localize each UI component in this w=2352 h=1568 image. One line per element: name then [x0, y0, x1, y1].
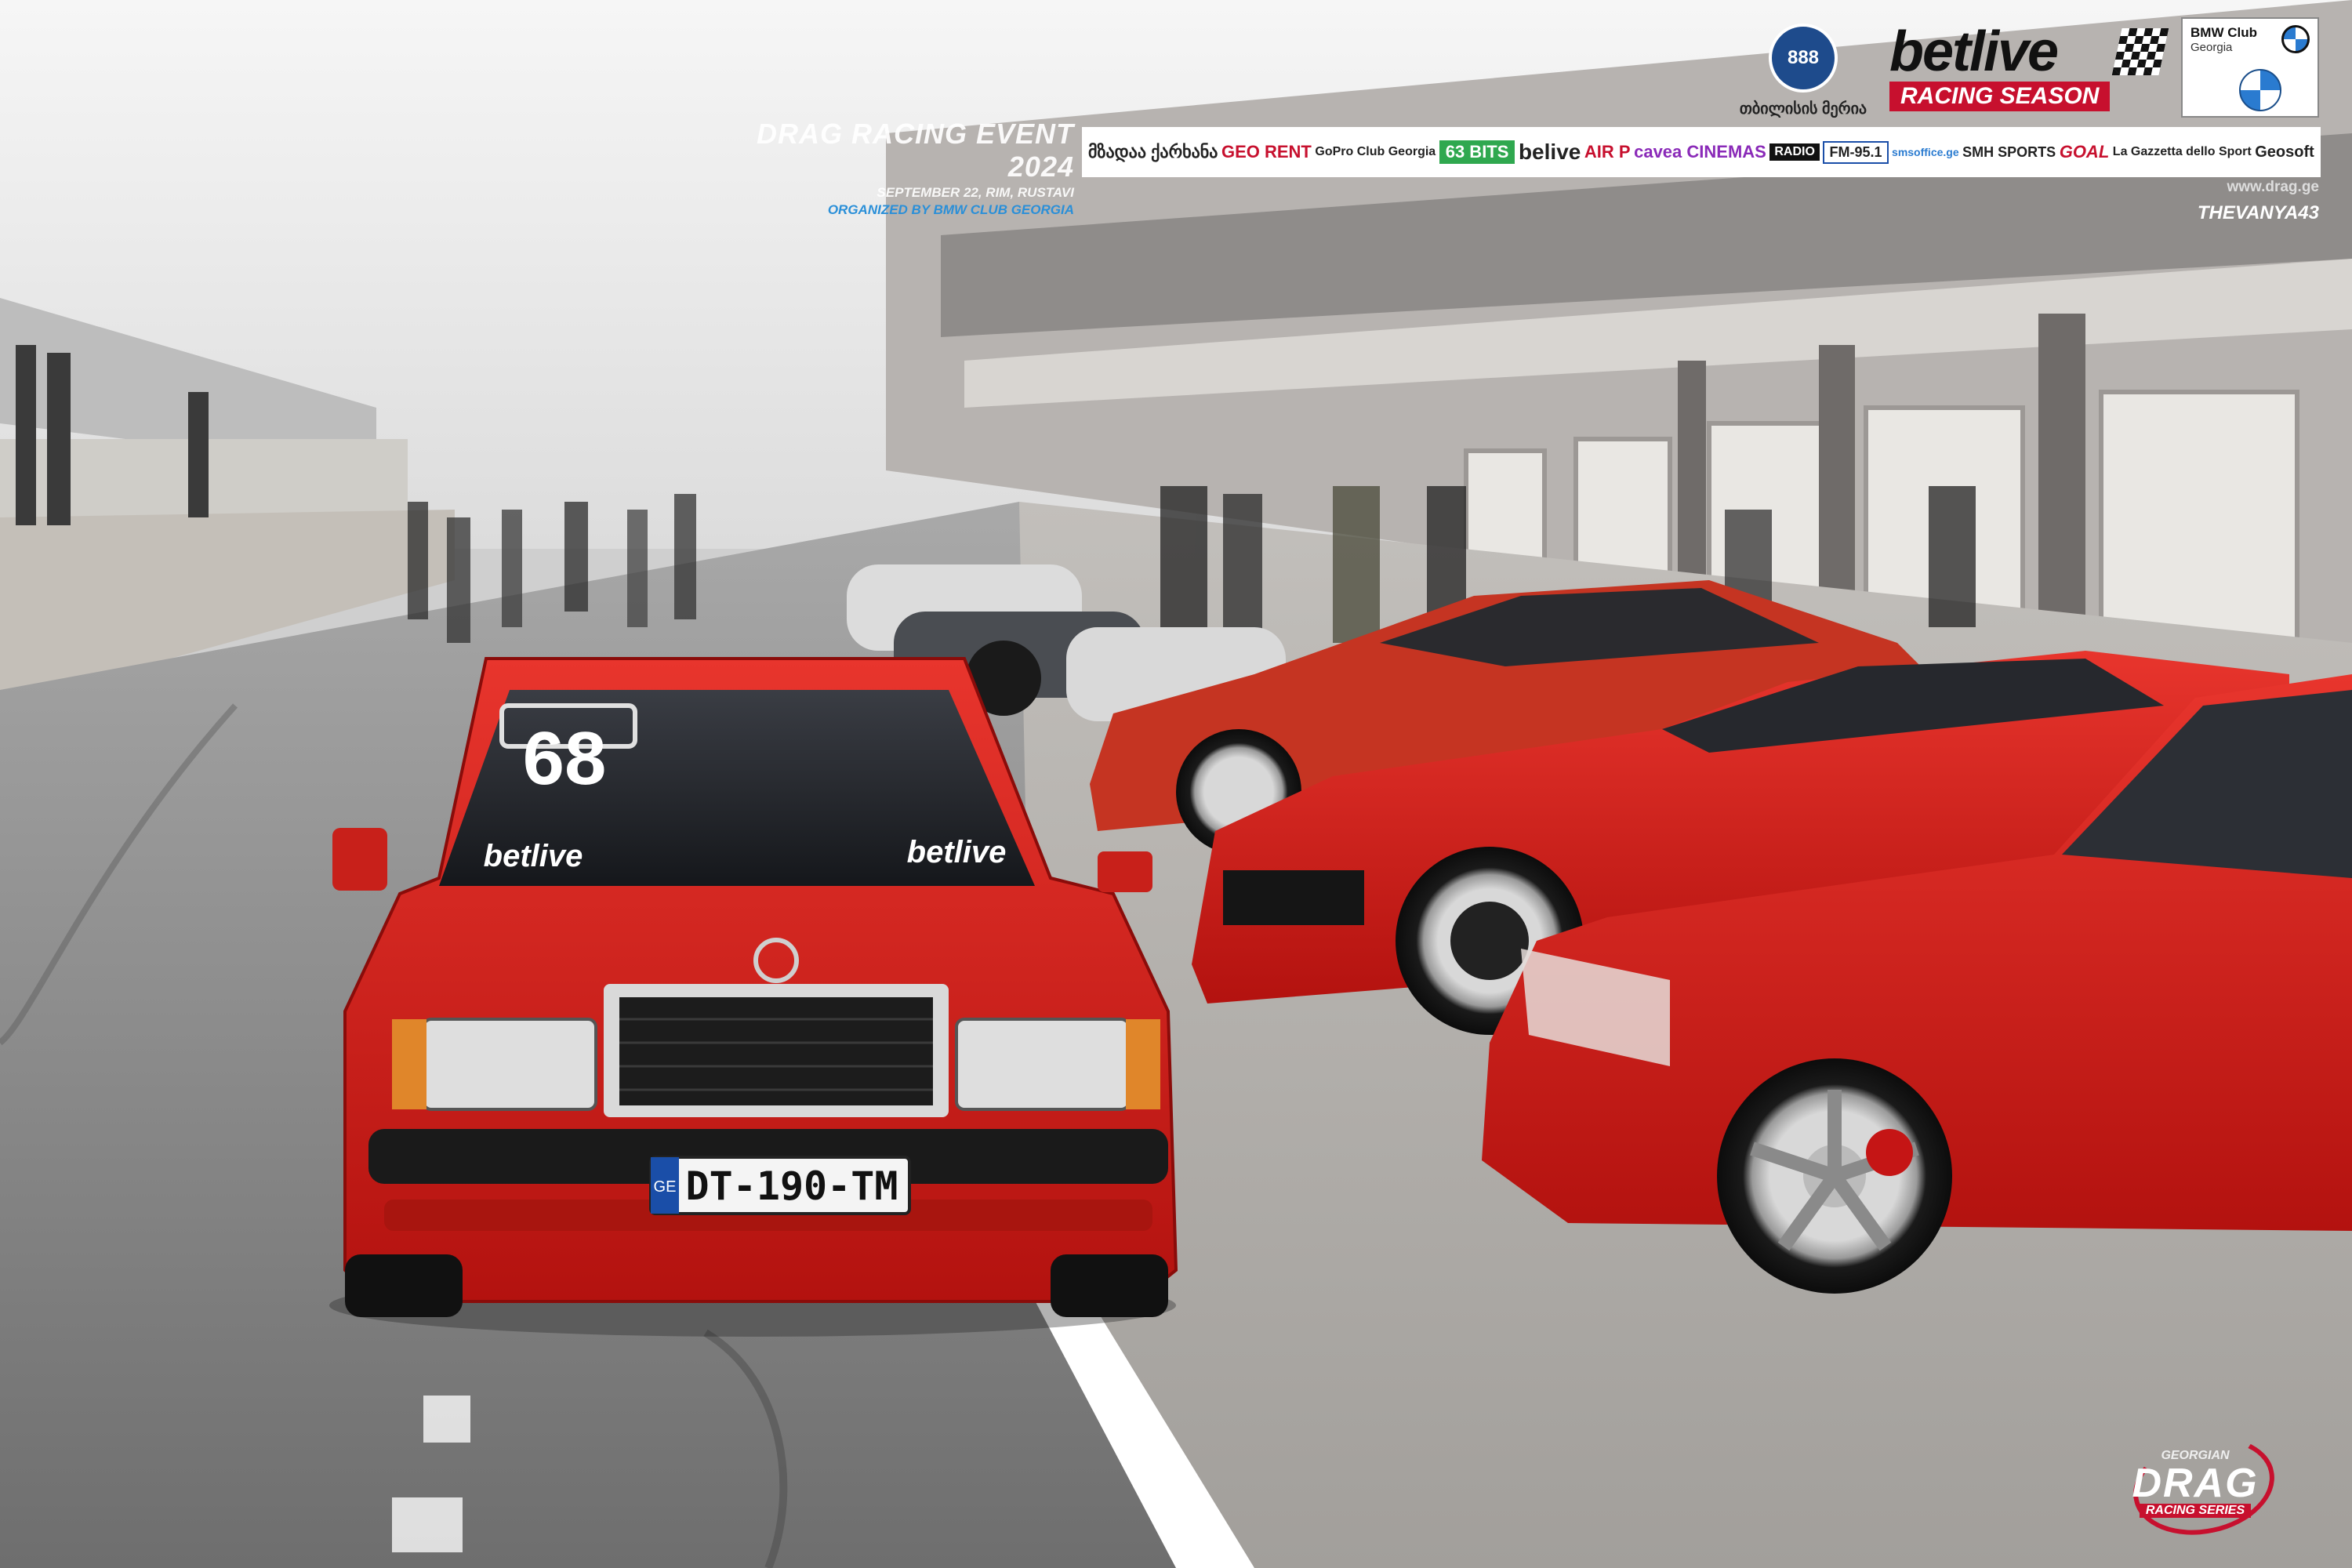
photo-scene: 68 betlive betlive GE DT-190-TM DRAG RAC…: [0, 0, 2352, 1568]
event-info: DRAG RACING EVENT 2024 SEPTEMBER 22, RIM…: [690, 118, 1074, 218]
sponsor-logo: GoPro Club Georgia: [1315, 145, 1436, 158]
drag-logo-main: DRAG: [2132, 1461, 2259, 1506]
betlive-racing-season-logo: betlive RACING SEASON: [1889, 24, 2169, 118]
drag-logo-bottom: RACING SERIES: [2139, 1504, 2252, 1518]
tbilisi-city-hall-logo: 888 თბილისის მერია: [1721, 24, 1886, 125]
sponsor-logo: RADIO: [1769, 143, 1820, 161]
sponsor-logo: FM-95.1: [1823, 140, 1889, 164]
scene-graphics: 68 betlive betlive GE DT-190-TM: [0, 0, 2352, 1568]
sponsor-logo: AIR P: [1584, 142, 1631, 162]
tbilisi-logo-text: თბილისის მერია: [1739, 100, 1867, 118]
event-organizer: ORGANIZED BY BMW CLUB GEORGIA: [827, 202, 1074, 217]
sponsor-logo: SMH SPORTS: [1962, 143, 2056, 160]
sponsor-bar: მზადაა ქარხანა GEO RENT GoPro Club Georg…: [1082, 127, 2321, 177]
site-url: www.drag.ge: [2227, 179, 2319, 195]
betlive-season-tag: RACING SEASON: [1889, 82, 2111, 111]
bmw-roundel-icon: [2281, 25, 2310, 53]
race-number: 68: [523, 717, 607, 800]
event-title: DRAG RACING EVENT 2024: [756, 118, 1074, 183]
sponsor-logo: cavea CINEMAS: [1634, 142, 1766, 162]
event-date-location: SEPTEMBER 22, RIM, RUSTAVI: [877, 185, 1074, 200]
sponsor-logo: მზადაა ქარხანა: [1088, 142, 1218, 162]
georgian-drag-racing-series-logo: GEORGIAN DRAG RACING SERIES: [2085, 1424, 2305, 1548]
bmw-club-emblem-icon: [2239, 69, 2281, 111]
windshield-sticker-left: betlive: [484, 839, 583, 873]
sponsor-logo: GOAL: [2059, 142, 2110, 162]
windshield-sticker-right: betlive: [907, 835, 1007, 869]
license-plate: DT-190-TM: [686, 1163, 898, 1209]
sponsor-logo: Geosoft: [2255, 143, 2314, 161]
sponsor-logo: 63 BITS: [1439, 140, 1515, 164]
tbilisi-emblem-icon: 888: [1769, 24, 1838, 93]
sponsor-logo: belive: [1518, 140, 1581, 164]
sponsor-logo: GEO RENT: [1221, 142, 1312, 162]
photographer-credit: THEVANYA43: [2197, 202, 2319, 223]
sponsor-logo: smsoffice.ge: [1892, 146, 1959, 158]
bmw-club-georgia-logo: BMW Club Georgia: [2181, 17, 2319, 118]
plate-country: GE: [654, 1178, 677, 1196]
checkered-flag-icon: [2111, 28, 2169, 75]
sponsor-logo: La Gazzetta dello Sport: [2112, 145, 2252, 158]
